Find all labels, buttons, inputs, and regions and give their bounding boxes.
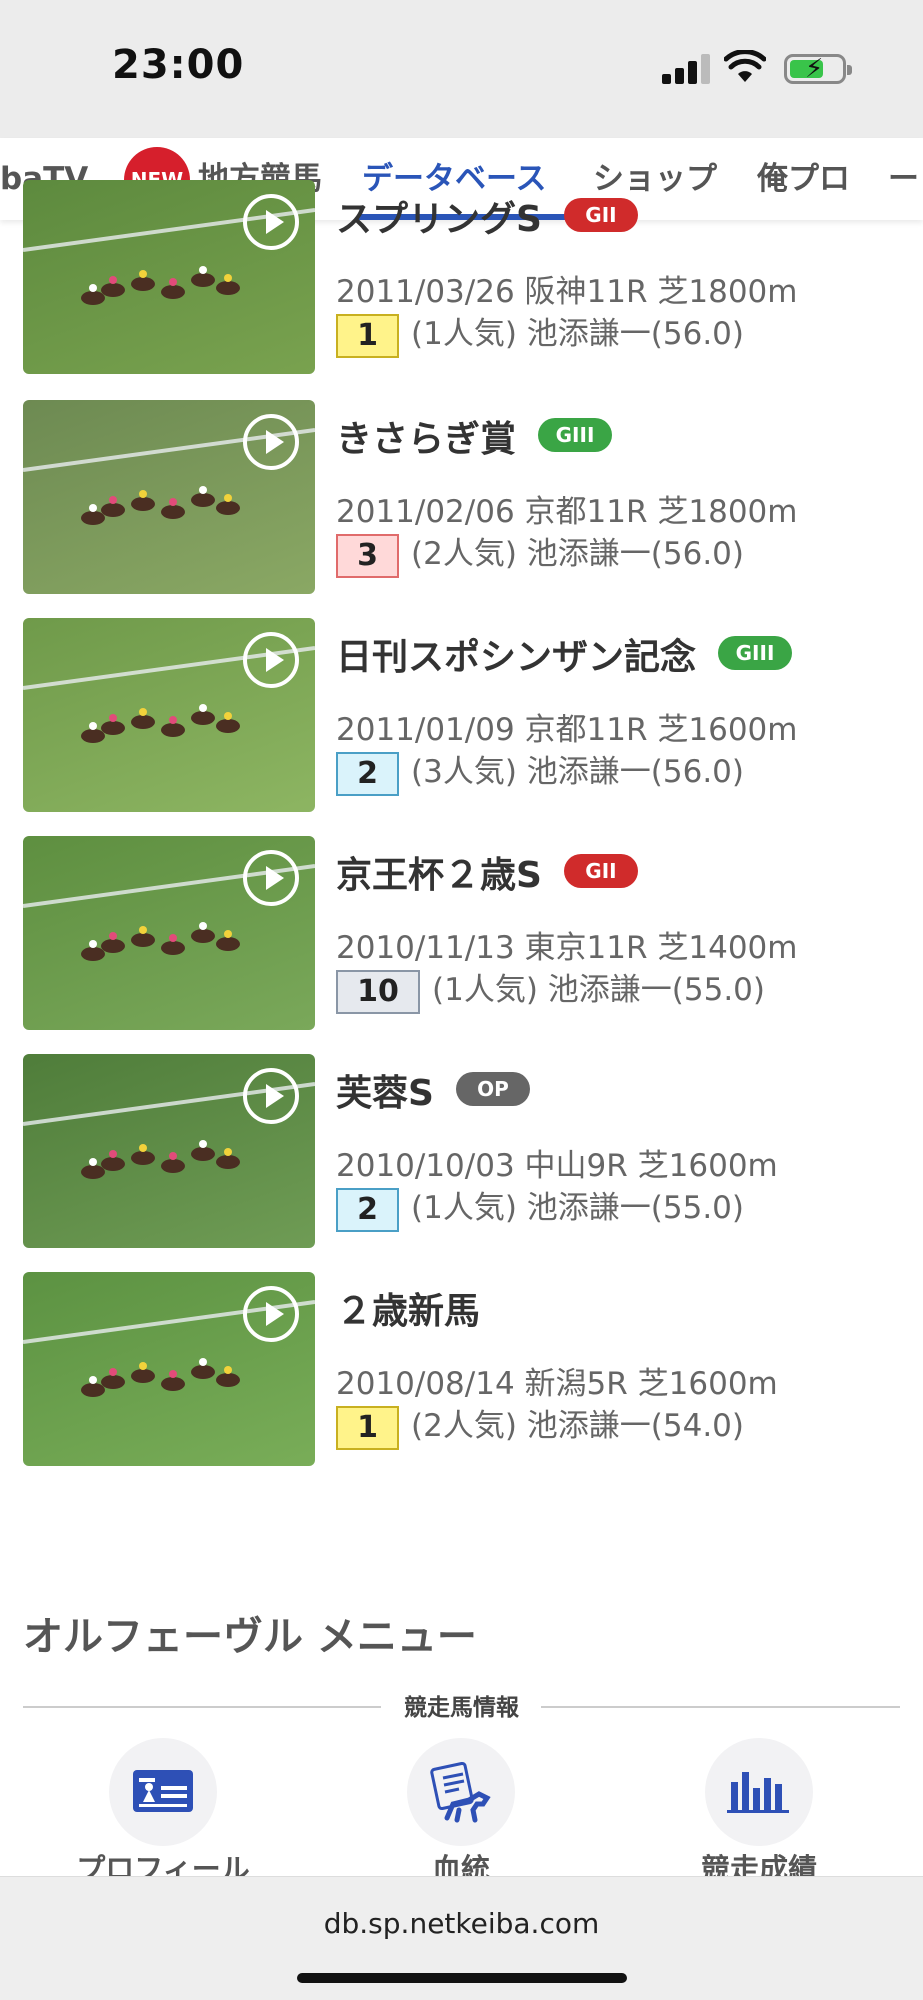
race-name-text: 京王杯２歳S bbox=[336, 855, 542, 896]
horse-menu-title: オルフェーヴル メニュー bbox=[23, 1614, 477, 1660]
race-name[interactable]: 芙蓉S OP bbox=[336, 1064, 530, 1116]
grade-badge: GII bbox=[563, 854, 638, 888]
race-name-text: きさらぎ賞 bbox=[336, 419, 517, 460]
race-date-course: 2010/11/13 東京11R 芝1400m bbox=[336, 930, 798, 966]
race-date-course: 2011/03/26 阪神11R 芝1800m bbox=[336, 274, 798, 310]
race-video-thumbnail[interactable] bbox=[23, 180, 315, 374]
finish-position-badge: 3 bbox=[336, 533, 399, 578]
race-video-thumbnail[interactable] bbox=[23, 1272, 315, 1466]
race-name[interactable]: スプリングS GII bbox=[336, 190, 638, 242]
url-text[interactable]: db.sp.netkeiba.com bbox=[0, 1907, 923, 1940]
finish-position-badge: 2 bbox=[336, 1187, 399, 1232]
popularity-text: (2人気) bbox=[411, 536, 517, 572]
play-icon[interactable] bbox=[243, 194, 299, 250]
bar-chart-icon bbox=[705, 1738, 813, 1846]
race-row[interactable]: スプリングS GII 2011/03/26 阪神11R 芝1800m 1 (1人気) 池… bbox=[0, 180, 923, 398]
race-row[interactable]: きさらぎ賞 GIII 2011/02/06 京都11R 芝1800m 3 (2人気) 池… bbox=[0, 400, 923, 618]
play-icon[interactable] bbox=[243, 414, 299, 470]
status-time: 23:00 bbox=[112, 42, 245, 88]
section-label: 競走馬情報 bbox=[404, 1695, 519, 1721]
race-row[interactable]: 日刊スポシンザン記念 GIII 2011/01/09 京都11R 芝1600m 2 (3… bbox=[0, 618, 923, 836]
grade-badge: GII bbox=[563, 198, 638, 232]
race-video-thumbnail[interactable] bbox=[23, 618, 315, 812]
race-name-text: スプリングS bbox=[336, 199, 542, 240]
popularity-text: (1人気) bbox=[432, 972, 538, 1008]
cellular-signal-icon bbox=[662, 54, 712, 84]
play-icon[interactable] bbox=[243, 1286, 299, 1342]
race-video-thumbnail[interactable] bbox=[23, 1054, 315, 1248]
status-bar: 23:00 ⚡ bbox=[0, 0, 923, 138]
popularity-text: (2人気) bbox=[411, 1408, 517, 1444]
race-date-course: 2011/01/09 京都11R 芝1600m bbox=[336, 712, 798, 748]
jockey-weight-text: 池添謙一(56.0) bbox=[526, 754, 744, 790]
grade-badge: GIII bbox=[538, 418, 613, 452]
finish-position-badge: 2 bbox=[336, 751, 399, 796]
race-name-text: 芙蓉S bbox=[336, 1073, 434, 1114]
jockey-weight-text: 池添謙一(54.0) bbox=[526, 1408, 744, 1444]
race-date-course: 2010/08/14 新潟5R 芝1600m bbox=[336, 1366, 778, 1402]
finish-position-badge: 1 bbox=[336, 313, 399, 358]
jockey-weight-text: 池添謙一(56.0) bbox=[526, 536, 744, 572]
popularity-text: (3人気) bbox=[411, 754, 517, 790]
race-name[interactable]: きさらぎ賞 GIII bbox=[336, 410, 613, 462]
race-name-text: ２歳新馬 bbox=[336, 1291, 481, 1332]
section-divider: 競走馬情報 bbox=[23, 1688, 900, 1724]
race-result-line: 3 (2人気) 池添謙一(56.0) bbox=[336, 528, 744, 578]
race-row[interactable]: 芙蓉S OP 2010/10/03 中山9R 芝1600m 2 (1人気) 池添謙一(5… bbox=[0, 1054, 923, 1272]
battery-charging-icon: ⚡ bbox=[784, 54, 852, 84]
grade-badge: OP bbox=[455, 1072, 530, 1106]
race-name[interactable]: 京王杯２歳S GII bbox=[336, 846, 638, 898]
race-row[interactable]: 京王杯２歳S GII 2010/11/13 東京11R 芝1400m 10 (1人気) … bbox=[0, 836, 923, 1054]
race-video-thumbnail[interactable] bbox=[23, 836, 315, 1030]
play-icon[interactable] bbox=[243, 632, 299, 688]
jockey-weight-text: 池添謙一(56.0) bbox=[526, 316, 744, 352]
race-result-line: 10 (1人気) 池添謙一(55.0) bbox=[336, 964, 765, 1014]
play-icon[interactable] bbox=[243, 1068, 299, 1124]
race-video-thumbnail[interactable] bbox=[23, 400, 315, 594]
race-row[interactable]: ２歳新馬 2010/08/14 新潟5R 芝1600m 1 (2人気) 池添謙一(54… bbox=[0, 1272, 923, 1490]
menu-item-profile[interactable]: プロフィール bbox=[63, 1738, 263, 1886]
jockey-weight-text: 池添謙一(55.0) bbox=[526, 1190, 744, 1226]
finish-position-badge: 10 bbox=[336, 969, 420, 1014]
race-name[interactable]: ２歳新馬 bbox=[336, 1282, 480, 1334]
profile-card-icon bbox=[109, 1738, 217, 1846]
home-indicator[interactable] bbox=[297, 1973, 627, 1983]
jockey-weight-text: 池添謙一(55.0) bbox=[547, 972, 765, 1008]
race-result-line: 1 (2人気) 池添謙一(54.0) bbox=[336, 1400, 744, 1450]
race-date-course: 2011/02/06 京都11R 芝1800m bbox=[336, 494, 798, 530]
menu-item-pedigree[interactable]: 血統 bbox=[361, 1738, 561, 1886]
browser-address-bar[interactable]: db.sp.netkeiba.com bbox=[0, 1876, 923, 2000]
race-result-line: 2 (1人気) 池添謙一(55.0) bbox=[336, 1182, 744, 1232]
race-name-text: 日刊スポシンザン記念 bbox=[336, 637, 697, 678]
race-result-line: 2 (3人気) 池添謙一(56.0) bbox=[336, 746, 744, 796]
race-name[interactable]: 日刊スポシンザン記念 GIII bbox=[336, 628, 793, 680]
grade-badge: GIII bbox=[718, 636, 793, 670]
popularity-text: (1人気) bbox=[411, 1190, 517, 1226]
play-icon[interactable] bbox=[243, 850, 299, 906]
race-result-line: 1 (1人気) 池添謙一(56.0) bbox=[336, 308, 744, 358]
race-date-course: 2010/10/03 中山9R 芝1600m bbox=[336, 1148, 778, 1184]
wifi-icon bbox=[724, 50, 766, 82]
finish-position-badge: 1 bbox=[336, 1405, 399, 1450]
popularity-text: (1人気) bbox=[411, 316, 517, 352]
pedigree-horse-icon bbox=[407, 1738, 515, 1846]
menu-item-race-results[interactable]: 競走成績 bbox=[659, 1738, 859, 1886]
